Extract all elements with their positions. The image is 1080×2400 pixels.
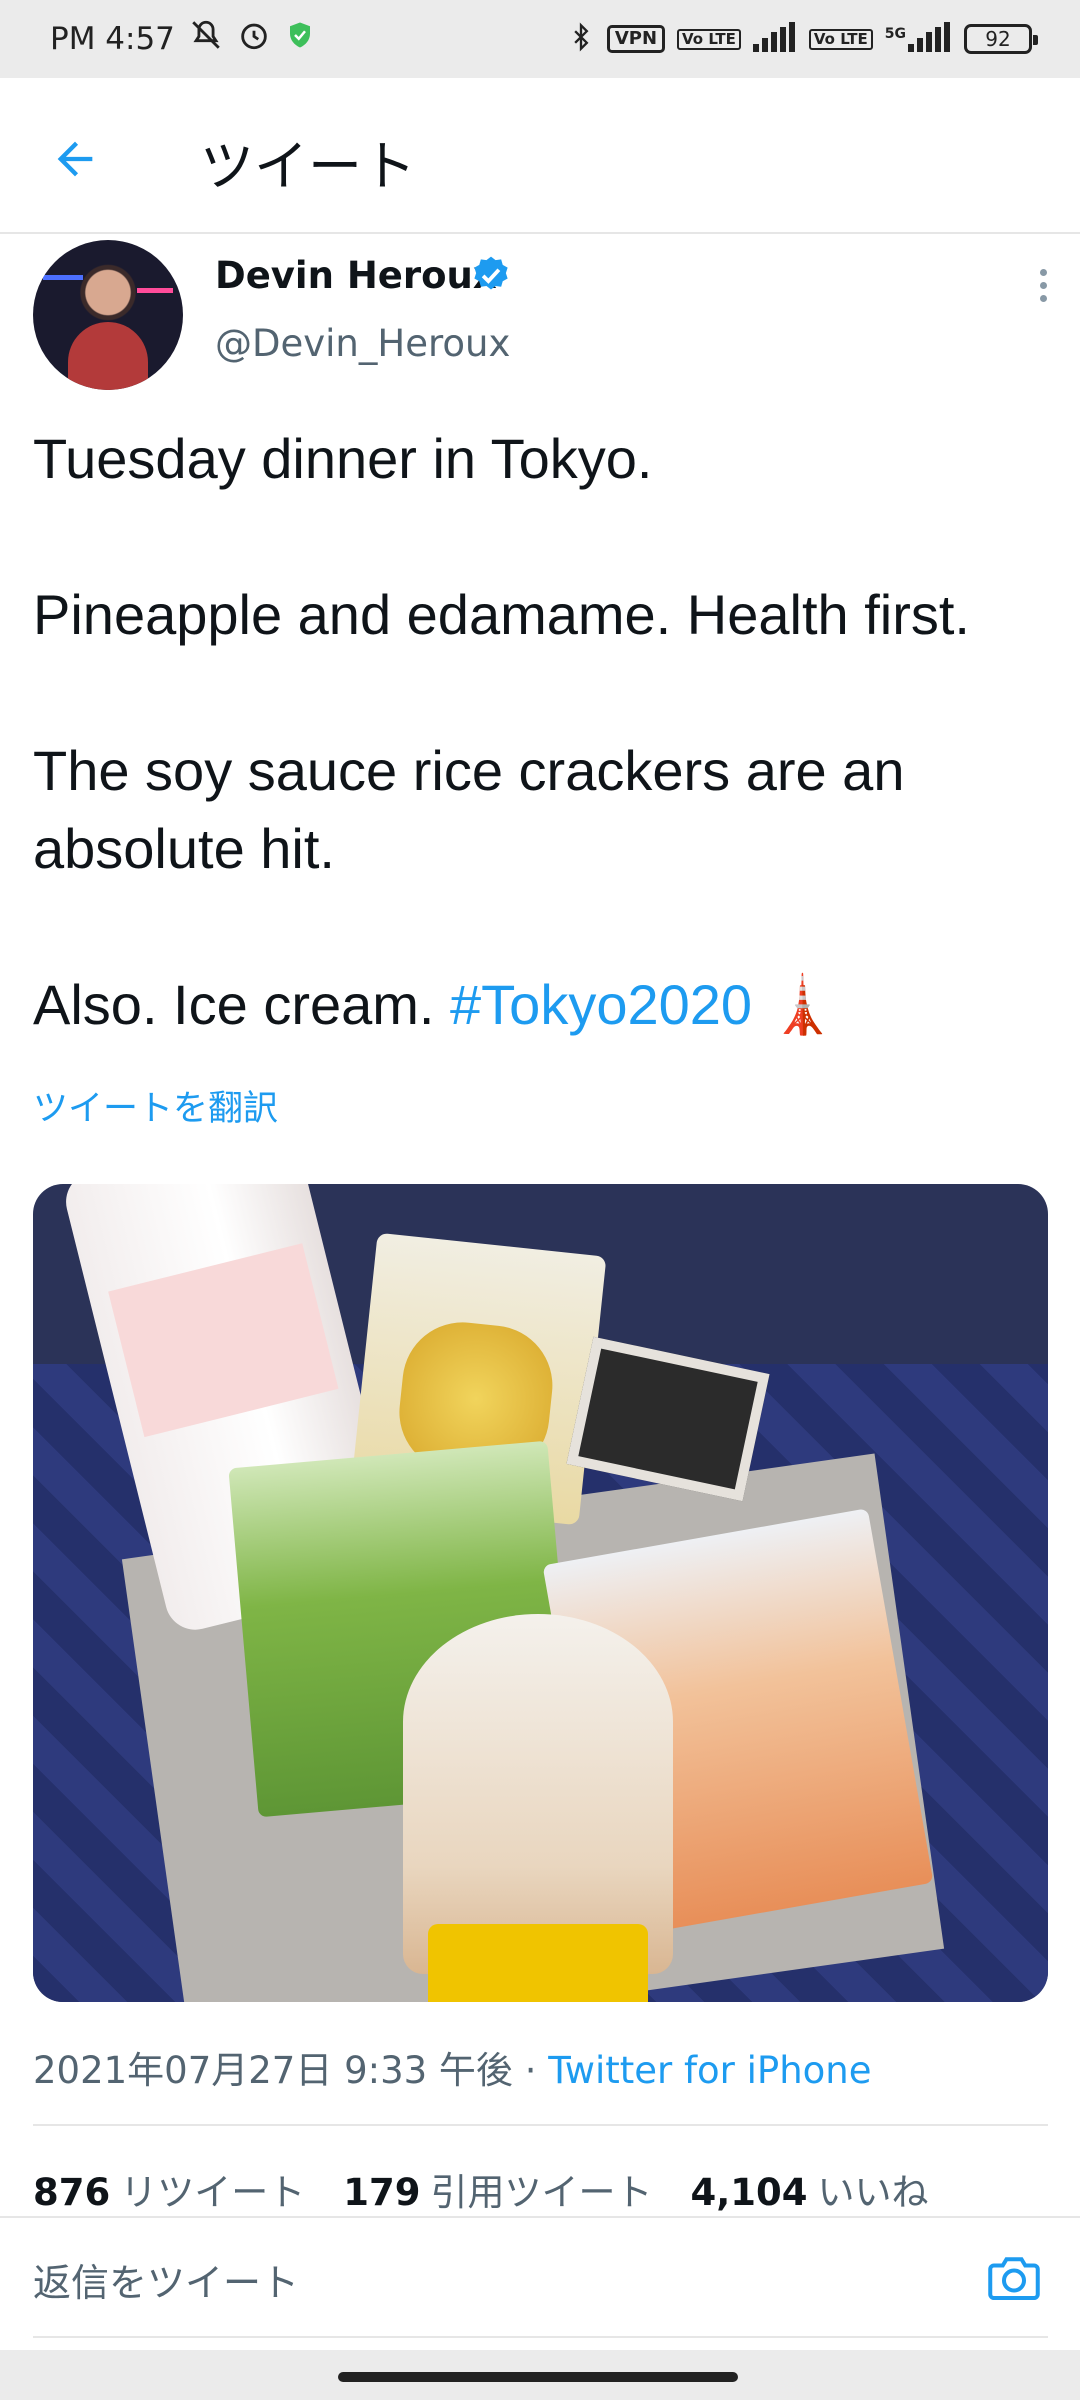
tweet-line-3: The soy sauce rice crackers are an absol… <box>33 739 905 880</box>
likes-count: 4,104 <box>690 2171 808 2214</box>
author-name[interactable]: Devin Heroux <box>215 254 497 297</box>
source-link[interactable]: Twitter for iPhone <box>548 2049 871 2092</box>
verified-badge-icon <box>474 256 508 290</box>
likes-label: いいね <box>817 2171 929 2214</box>
tweet-line-4: Also. Ice cream. #Tokyo2020 🗼 <box>33 966 1053 1044</box>
hashtag-link[interactable]: #Tokyo2020 <box>450 973 752 1036</box>
quotes-stat[interactable]: 179 引用ツイート <box>343 2162 652 2216</box>
quotes-label: 引用ツイート <box>430 2171 653 2214</box>
divider <box>33 2124 1048 2126</box>
tweet-author: Devin Heroux @Devin_Heroux <box>0 234 1080 404</box>
camera-icon <box>988 2257 1040 2300</box>
page-title: ツイート <box>200 135 416 198</box>
status-time: PM 4:57 <box>50 21 175 57</box>
quotes-count: 179 <box>343 2171 421 2214</box>
tweet-line-1: Tuesday dinner in Tokyo. <box>33 427 653 490</box>
volte-badge: Vo LTE <box>677 28 741 50</box>
shield-icon <box>285 20 315 58</box>
bluetooth-icon <box>567 20 595 58</box>
vpn-badge: VPN <box>606 25 666 53</box>
back-button[interactable] <box>40 124 110 194</box>
retweets-label: リツイート <box>120 2171 306 2214</box>
top-app-bar: ツイート <box>0 78 1080 234</box>
tweet-stats: 876 リツイート 179 引用ツイート 4,104 いいね <box>33 2162 929 2216</box>
battery-level: 92 <box>985 27 1011 51</box>
more-options-button[interactable] <box>1018 260 1068 310</box>
translate-tweet-link[interactable]: ツイートを翻訳 <box>33 1080 278 1131</box>
tweet-line-4-text: Also. Ice cream. <box>33 973 451 1036</box>
battery-icon: 92 <box>964 24 1038 54</box>
back-arrow-icon <box>57 141 93 177</box>
tweet-line-2: Pineapple and edamame. Health first. <box>33 583 970 646</box>
tokyo-tower-emoji: 🗼 <box>767 973 838 1036</box>
more-dot-icon <box>1039 268 1047 276</box>
reply-input[interactable]: 返信をツイート <box>33 2252 299 2307</box>
avatar[interactable] <box>33 240 183 390</box>
divider <box>33 2336 1048 2338</box>
status-bar: PM 4:57 VPN Vo LTE Vo LTE 5G 92 <box>0 0 1080 78</box>
home-indicator[interactable] <box>338 2372 738 2382</box>
mute-icon <box>189 18 223 60</box>
volte-badge-2: Vo LTE <box>808 28 873 50</box>
reply-bar: 返信をツイート <box>0 2218 1080 2336</box>
camera-button[interactable] <box>982 2248 1046 2308</box>
signal-icon <box>752 22 797 56</box>
alarm-icon <box>237 18 271 60</box>
retweets-count: 876 <box>33 2171 111 2214</box>
tweet-photo[interactable] <box>33 1184 1048 2002</box>
signal-icon-2 <box>908 22 952 56</box>
likes-stat[interactable]: 4,104 いいね <box>690 2162 928 2216</box>
author-handle[interactable]: @Devin_Heroux <box>215 322 510 365</box>
retweets-stat[interactable]: 876 リツイート <box>33 2162 305 2216</box>
timestamp-text: 2021年07月27日 9:33 午後 · <box>33 2049 549 2092</box>
tweet-timestamp: 2021年07月27日 9:33 午後 · Twitter for iPhone <box>33 2040 872 2094</box>
network-type: 5G <box>884 26 906 42</box>
system-nav-bar <box>0 2350 1080 2400</box>
tweet-text: Tuesday dinner in Tokyo. Pineapple and e… <box>33 420 1053 1044</box>
